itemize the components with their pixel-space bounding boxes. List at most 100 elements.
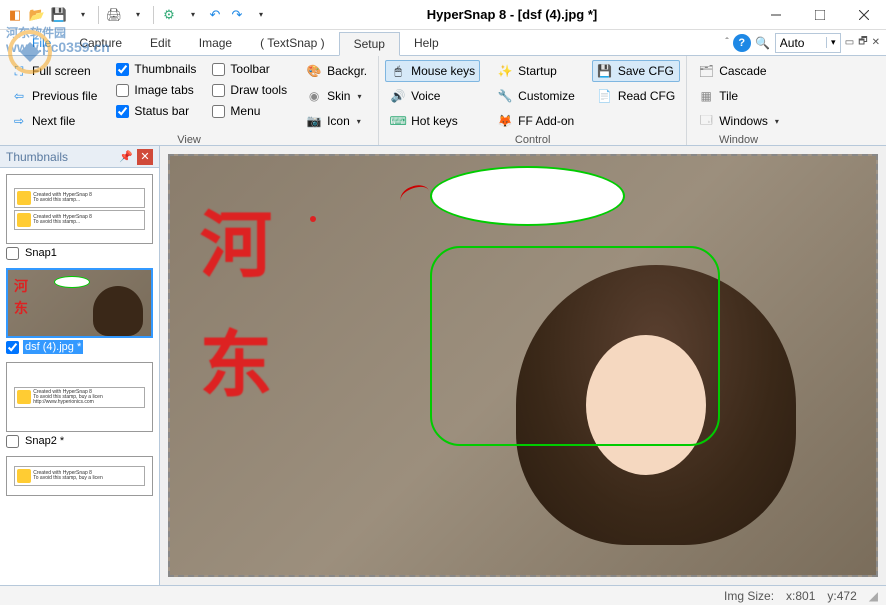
draw-tools-checkbox[interactable]: Draw tools (210, 81, 289, 99)
camera-icon: 📷 (306, 113, 322, 129)
ribbon-tabs: File Capture Edit Image ( TextSnap ) Set… (0, 30, 886, 56)
voice-button[interactable]: 🔊Voice (385, 85, 480, 107)
ribbon: ⛶Full screen ⇦Previous file ⇨Next file T… (0, 56, 886, 146)
status-x: x:801 (786, 589, 815, 603)
thumbnail-name[interactable]: dsf (4).jpg * (23, 340, 83, 354)
annotation-text-1[interactable]: 河 (200, 186, 272, 291)
resize-grip-icon[interactable]: ◢ (869, 589, 878, 603)
tile-button[interactable]: ▦Tile (693, 85, 784, 107)
tab-help[interactable]: Help (400, 32, 453, 54)
annotation-text-2[interactable]: 东 (200, 306, 272, 411)
image-canvas[interactable]: 河 东 (168, 154, 878, 577)
keyboard-icon: ⌨ (390, 113, 406, 129)
thumbnail-image[interactable]: Created with HyperSnap 8To avoid this st… (6, 362, 153, 432)
thumbnails-list[interactable]: Created with HyperSnap 8To avoid this st… (0, 168, 159, 585)
skin-button[interactable]: ◉Skin▾ (301, 85, 372, 107)
thumbnail-name[interactable]: Snap1 (23, 246, 59, 260)
thumbnail-checkbox[interactable] (6, 247, 19, 260)
annotation-dot (310, 216, 316, 222)
startup-button[interactable]: ✨Startup (492, 60, 580, 82)
status-y: y:472 (827, 589, 856, 603)
save-cfg-button[interactable]: 💾Save CFG (592, 60, 680, 82)
qat-print-dropdown[interactable]: ▾ (129, 6, 147, 24)
skin-icon: ◉ (306, 88, 322, 104)
qat-prefs-icon[interactable]: ⚙ (160, 6, 178, 24)
thumbnail-image[interactable]: Created with HyperSnap 8To avoid this st… (6, 174, 153, 244)
toolbar-checkbox[interactable]: Toolbar (210, 60, 289, 78)
icon-button[interactable]: 📷Icon▾ (301, 110, 372, 132)
cascade-button[interactable]: 🗂Cascade (693, 60, 784, 82)
hot-keys-button[interactable]: ⌨Hot keys (385, 110, 480, 132)
thumbnail-item: Created with HyperSnap 8To avoid this st… (6, 362, 153, 448)
thumbnail-image[interactable]: Created with HyperSnap 8To avoid this st… (6, 456, 153, 496)
wrench-icon: 🔧 (497, 88, 513, 104)
ribbon-group-window: 🗂Cascade ▦Tile 🗔Windows▾ Window (687, 56, 790, 145)
previous-file-button[interactable]: ⇦Previous file (6, 85, 102, 107)
ribbon-group-control: 🖱Mouse keys 🔊Voice ⌨Hot keys ✨Startup 🔧C… (379, 56, 687, 145)
mouse-icon: 🖱 (390, 63, 406, 79)
canvas-area: 河 东 (160, 146, 886, 585)
titlebar: ◧ 📂 💾 ▾ 🖨 ▾ ⚙ ▾ ↶ ↷ ▾ HyperSnap 8 - [dsf… (0, 0, 886, 30)
fullscreen-icon: ⛶ (11, 63, 27, 79)
zoom-input[interactable] (776, 36, 826, 50)
tab-textsnap[interactable]: ( TextSnap ) (246, 32, 338, 54)
thumbnails-checkbox[interactable]: Thumbnails (114, 60, 198, 78)
zoom-selector[interactable]: ▾ (775, 33, 841, 53)
view-mode-1-icon[interactable]: ▭ (845, 37, 854, 48)
ff-addon-button[interactable]: 🦊FF Add-on (492, 110, 580, 132)
thumbnails-title: Thumbnails (6, 150, 119, 164)
qat-undo-icon[interactable]: ↶ (206, 6, 224, 24)
restore-window-icon[interactable]: 🗗 (858, 34, 867, 51)
background-button[interactable]: 🎨Backgr. (301, 60, 372, 82)
qat-print-icon[interactable]: 🖨 (105, 6, 123, 24)
tab-image[interactable]: Image (185, 32, 246, 54)
help-icon[interactable]: ? (733, 34, 751, 52)
cascade-icon: 🗂 (698, 63, 714, 79)
thumbnail-checkbox[interactable] (6, 435, 19, 448)
windows-icon: 🗔 (698, 113, 714, 129)
save-icon: 💾 (597, 63, 613, 79)
qat-save-dropdown[interactable]: ▾ (74, 6, 92, 24)
zoom-dropdown[interactable]: ▾ (826, 37, 840, 48)
thumbnails-panel: Thumbnails 📌 ✕ Created with HyperSnap 8T… (0, 146, 160, 585)
image-tabs-checkbox[interactable]: Image tabs (114, 81, 198, 99)
thumbnail-image[interactable]: 河东 (6, 268, 153, 338)
thumbnail-name[interactable]: Snap2 * (23, 434, 66, 448)
thumbnail-item: 河东 dsf (4).jpg * (6, 268, 153, 354)
full-screen-button[interactable]: ⛶Full screen (6, 60, 102, 82)
qat-prefs-dropdown[interactable]: ▾ (184, 6, 202, 24)
pin-icon[interactable]: 📌 (119, 150, 133, 163)
tile-icon: ▦ (698, 88, 714, 104)
qat-more-dropdown[interactable]: ▾ (252, 6, 270, 24)
ribbon-group-view: ⛶Full screen ⇦Previous file ⇨Next file T… (0, 56, 379, 145)
tab-file[interactable]: File (18, 32, 65, 54)
close-doc-icon[interactable]: ✕ (872, 37, 880, 48)
windows-button[interactable]: 🗔Windows▾ (693, 110, 784, 132)
qat-redo-icon[interactable]: ↷ (228, 6, 246, 24)
tab-setup[interactable]: Setup (339, 32, 400, 56)
maximize-button[interactable] (798, 1, 842, 29)
minimize-button[interactable] (754, 1, 798, 29)
qat-new-icon[interactable]: ◧ (6, 6, 24, 24)
close-button[interactable] (842, 1, 886, 29)
status-bar-checkbox[interactable]: Status bar (114, 102, 198, 120)
ribbon-collapse-icon[interactable]: ˆ (725, 37, 728, 48)
customize-button[interactable]: 🔧Customize (492, 85, 580, 107)
qat-open-icon[interactable]: 📂 (28, 6, 46, 24)
read-cfg-button[interactable]: 📄Read CFG (592, 85, 680, 107)
thumbnail-checkbox[interactable] (6, 341, 19, 354)
window-title: HyperSnap 8 - [dsf (4).jpg *] (270, 7, 754, 22)
tab-capture[interactable]: Capture (65, 32, 136, 54)
qat-save-icon[interactable]: 💾 (50, 6, 68, 24)
annotation-rounded-rect[interactable] (430, 246, 720, 446)
voice-icon: 🔊 (390, 88, 406, 104)
read-icon: 📄 (597, 88, 613, 104)
close-panel-button[interactable]: ✕ (137, 149, 153, 165)
search-icon[interactable]: 🔍 (755, 35, 771, 51)
tab-edit[interactable]: Edit (136, 32, 185, 54)
next-file-button[interactable]: ⇨Next file (6, 110, 102, 132)
annotation-ellipse[interactable] (430, 166, 625, 226)
mouse-keys-button[interactable]: 🖱Mouse keys (385, 60, 480, 82)
magic-icon: ✨ (497, 63, 513, 79)
menu-checkbox[interactable]: Menu (210, 102, 289, 120)
